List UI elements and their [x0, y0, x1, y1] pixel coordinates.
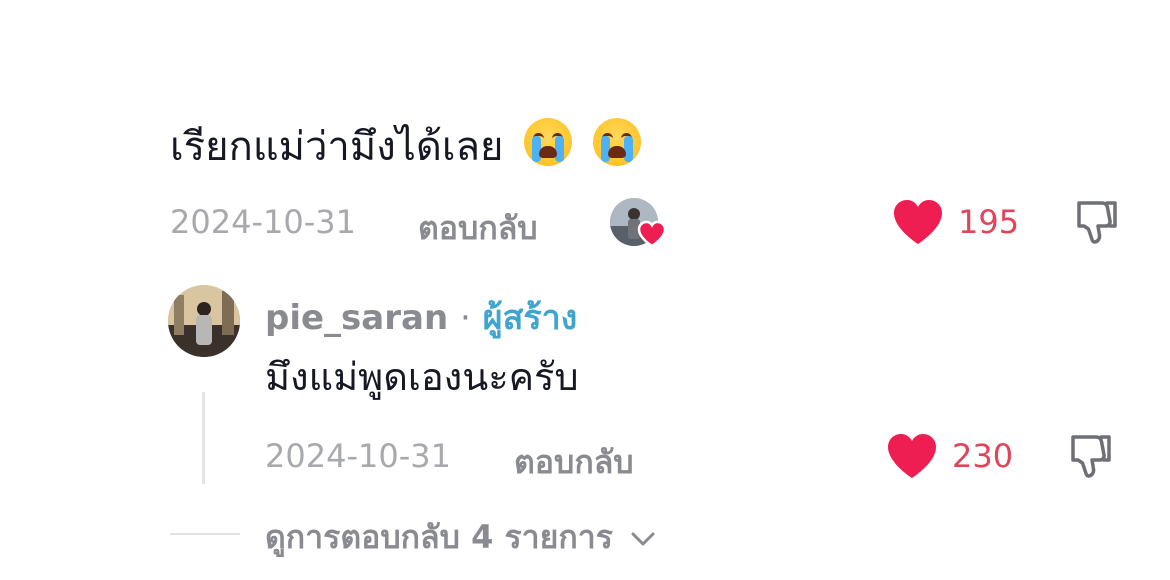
separator-dot: ·	[460, 298, 471, 338]
comment-text: เรียกแม่ว่ามึงได้เลย	[170, 118, 641, 173]
comment-like-count: 195	[958, 203, 1020, 241]
reply-username[interactable]: pie_saran	[265, 298, 448, 338]
chevron-down-icon	[631, 532, 655, 546]
comment-body: เรียกแม่ว่ามึงได้เลย	[170, 124, 504, 170]
like-heart-icon[interactable]	[892, 198, 944, 246]
dislike-icon[interactable]	[1066, 431, 1116, 481]
view-replies-button[interactable]: ดูการตอบกลับ 4 รายการ	[265, 512, 656, 563]
crying-face-emoji	[592, 118, 641, 166]
like-heart-icon[interactable]	[886, 432, 938, 480]
creator-badge: ผู้สร้าง	[482, 298, 578, 338]
dislike-icon[interactable]	[1072, 197, 1122, 247]
reply-author-line: pie_saran · ผู้สร้าง	[265, 290, 577, 344]
thread-line	[202, 392, 205, 484]
view-replies-divider	[170, 533, 240, 535]
comment-date: 2024-10-31	[170, 203, 356, 241]
reply-avatar[interactable]	[168, 285, 240, 357]
reply-reply-button[interactable]: ตอบกลับ	[514, 437, 634, 488]
comment-reply-button[interactable]: ตอบกลับ	[418, 203, 538, 254]
reply-body: มึงแม่พูดเองนะครับ	[265, 355, 579, 399]
crying-face-emoji	[524, 118, 573, 166]
reply-date: 2024-10-31	[265, 437, 451, 475]
reply-like-count: 230	[952, 437, 1014, 475]
view-replies-label: ดูการตอบกลับ 4 รายการ	[265, 518, 613, 556]
creator-heart-badge-icon	[637, 220, 667, 248]
